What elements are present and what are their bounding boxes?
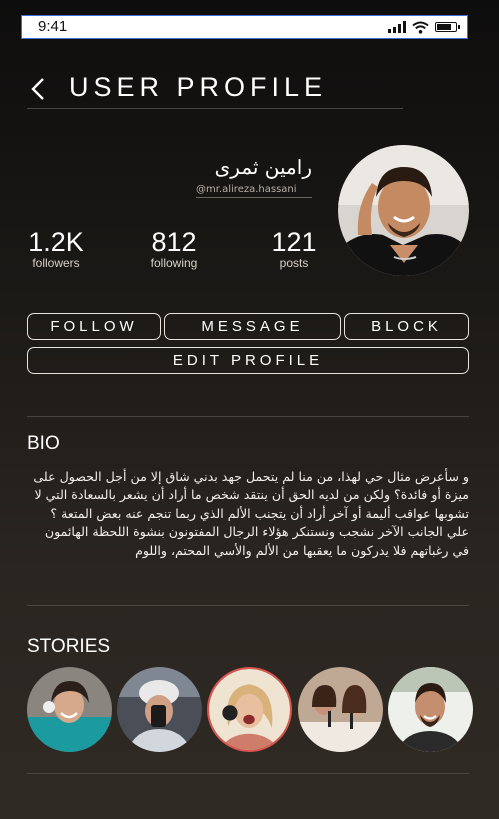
page-title: USER PROFILE [69,72,328,102]
wifi-icon [412,21,429,34]
status-icons [388,20,460,34]
divider [27,605,469,606]
status-time: 9:41 [38,18,68,35]
profile-handle: @mr.alireza.hassani [196,184,312,198]
stat-posts[interactable]: 121 posts [266,227,322,269]
block-button[interactable]: BLOCK [344,313,469,340]
bio-paragraph: علي الجانب الآخر نشجب ونستنكر هؤلاء الرج… [44,524,469,558]
stat-label: posts [279,256,309,270]
profile-avatar[interactable] [338,145,469,276]
divider [27,773,469,774]
story-5[interactable] [388,667,473,752]
header: USER PROFILE [27,70,403,109]
stat-following[interactable]: 812 following [141,227,207,269]
message-button[interactable]: MESSAGE [164,313,341,340]
status-bar: 9:41 [21,15,468,39]
profile-name: رامين ثمرى [214,155,312,179]
divider [27,416,469,417]
edit-profile-button[interactable]: EDIT PROFILE [27,347,469,374]
stat-label: followers [32,256,80,270]
bio-paragraph: و سأعرض مثال حي لهذا، من منا لم يتحمل جه… [33,469,469,521]
follow-button[interactable]: FOLLOW [27,313,161,340]
story-4[interactable] [298,667,383,752]
battery-icon [435,22,460,32]
stat-value: 1.2K [28,227,84,257]
story-2[interactable] [117,667,202,752]
stories-title: STORIES [27,636,111,657]
story-3[interactable] [207,667,292,752]
stat-label: following [150,256,198,270]
bio-text: و سأعرض مثال حي لهذا، من منا لم يتحمل جه… [27,468,469,560]
bio-title: BIO [27,433,60,454]
stat-value: 812 [151,227,197,257]
stat-followers[interactable]: 1.2K followers [27,227,85,269]
stat-value: 121 [271,227,317,257]
chevron-left-icon[interactable] [27,76,53,102]
story-1[interactable] [27,667,112,752]
signal-icon [388,21,406,33]
